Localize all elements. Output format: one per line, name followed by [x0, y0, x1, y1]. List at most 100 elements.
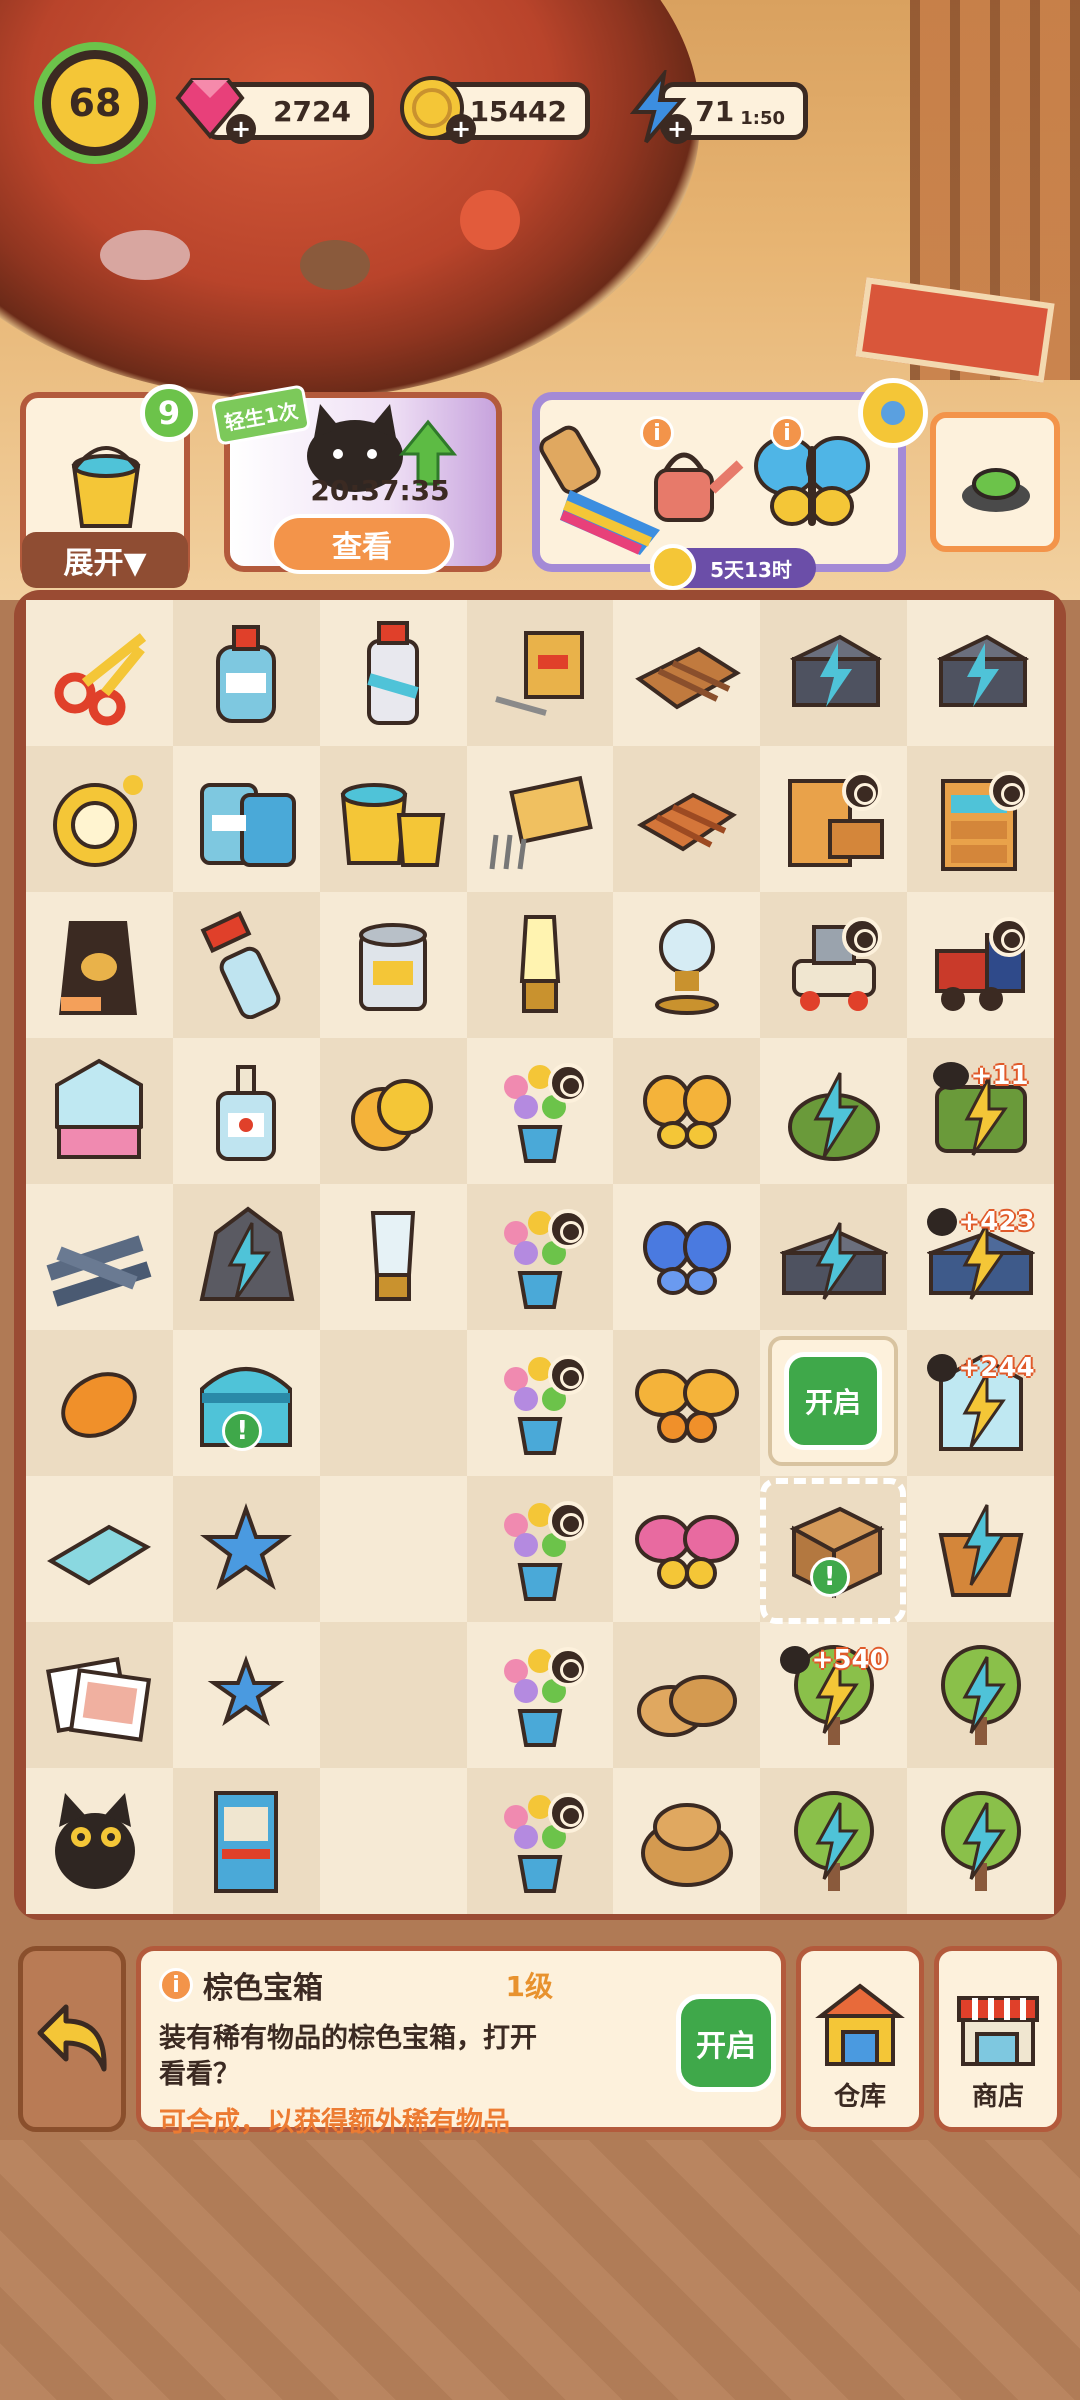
board-cell[interactable] [466, 600, 614, 746]
shop-button[interactable]: 商店 [934, 1946, 1062, 2132]
detergent-bag-icon[interactable] [192, 765, 300, 873]
board-cell[interactable] [466, 1476, 614, 1622]
butterfly-icon[interactable] [633, 1203, 741, 1311]
board-cell[interactable] [760, 1184, 908, 1330]
board-cell[interactable] [907, 1622, 1054, 1768]
butterfly-icon[interactable] [633, 1495, 741, 1603]
board-cell[interactable] [907, 600, 1054, 746]
board-cell[interactable] [26, 1622, 173, 1768]
board-cell[interactable] [26, 1038, 173, 1184]
paint-can-icon[interactable] [339, 911, 447, 1019]
nails-box-icon[interactable] [486, 765, 594, 873]
board-cell[interactable] [466, 1184, 614, 1330]
board-cell[interactable] [613, 1038, 761, 1184]
cabinet-icon[interactable] [780, 765, 888, 873]
info-icon[interactable]: i [770, 416, 804, 450]
arcade-machine-icon[interactable] [192, 1787, 300, 1895]
energy-tree-icon[interactable] [927, 1787, 1035, 1895]
energy-rock-icon[interactable] [192, 1203, 300, 1311]
player-level-badge[interactable]: 68 [34, 42, 156, 164]
board-cell[interactable] [613, 1476, 761, 1622]
energy-toolbox-icon[interactable]: +423 [926, 1203, 1035, 1311]
paint-buckets-icon[interactable] [339, 765, 447, 873]
open-button[interactable]: 开启 [676, 1994, 776, 2092]
toy-robot-cart-icon[interactable] [780, 911, 888, 1019]
board-cell[interactable] [26, 1330, 173, 1476]
toy-train-icon[interactable] [927, 911, 1035, 1019]
board-cell[interactable]: ! [172, 1330, 320, 1476]
board-cell[interactable] [466, 1622, 614, 1768]
board-cell[interactable] [319, 1768, 467, 1914]
board-cell[interactable] [760, 600, 908, 746]
board-cell[interactable] [26, 1184, 173, 1330]
flower-pot-icon[interactable] [486, 1057, 594, 1165]
gear-icon[interactable] [858, 378, 928, 448]
butterfly-icon[interactable] [633, 1349, 741, 1457]
coffee-bag-icon[interactable] [45, 911, 153, 1019]
expand-button[interactable]: 展开▼ [22, 532, 188, 588]
open-popup-button[interactable]: 开启 [784, 1352, 882, 1450]
add-energy-button[interactable]: + [662, 114, 692, 144]
board-cell[interactable] [466, 1038, 614, 1184]
board-cell[interactable] [760, 746, 908, 892]
board-cell[interactable] [319, 1038, 467, 1184]
board-cell[interactable] [907, 1476, 1054, 1622]
board-cell[interactable] [26, 746, 173, 892]
add-coins-button[interactable]: + [446, 114, 476, 144]
flower-pot-icon[interactable] [486, 1203, 594, 1311]
board-cell[interactable] [613, 746, 761, 892]
board-cell[interactable] [172, 892, 320, 1038]
glass-pane-icon[interactable] [45, 1495, 153, 1603]
flower-pot-icon[interactable] [486, 1787, 594, 1895]
tag-card[interactable] [930, 412, 1060, 552]
board-cell[interactable] [907, 746, 1054, 892]
light-bulb-icon[interactable] [486, 911, 594, 1019]
board-cell[interactable] [613, 1768, 761, 1914]
battery-cart-icon[interactable] [927, 619, 1035, 727]
board-cell[interactable]: +423 [907, 1184, 1054, 1330]
gold-medal-icon[interactable] [45, 765, 153, 873]
sack-pile-icon[interactable] [633, 1641, 741, 1749]
board-cell[interactable] [319, 1184, 467, 1330]
board-cell[interactable] [466, 892, 614, 1038]
board-cell[interactable]: +540 [760, 1622, 908, 1768]
board-cell[interactable] [613, 600, 761, 746]
toolbox-icon[interactable] [486, 619, 594, 727]
spray-can-icon[interactable] [339, 619, 447, 727]
flower-pot-icon[interactable] [486, 1495, 594, 1603]
amber-gem-icon[interactable] [45, 1349, 153, 1457]
lamp-bulb-icon[interactable] [633, 911, 741, 1019]
detergent-bottle-icon[interactable] [192, 619, 300, 727]
board-cell[interactable] [319, 746, 467, 892]
coins-icon[interactable] [339, 1057, 447, 1165]
scissors-icon[interactable] [45, 619, 153, 727]
board-cell[interactable] [760, 1768, 908, 1914]
board-cell[interactable] [319, 600, 467, 746]
board-cell[interactable] [760, 1038, 908, 1184]
soap-pump-icon[interactable] [192, 1057, 300, 1165]
board-cell[interactable] [907, 892, 1054, 1038]
gift-capsule-icon[interactable] [45, 1057, 153, 1165]
blue-chest-icon[interactable]: ! [192, 1349, 300, 1457]
board-cell[interactable] [319, 1330, 467, 1476]
energy-toolbox-icon[interactable] [779, 1203, 888, 1311]
board-cell[interactable] [613, 1330, 761, 1476]
pipes-icon[interactable] [45, 1203, 153, 1311]
board-cell[interactable] [26, 1476, 173, 1622]
board-cell[interactable] [613, 892, 761, 1038]
board-cell[interactable] [26, 892, 173, 1038]
lamp-bulb-icon[interactable] [339, 1203, 447, 1311]
view-button[interactable]: 查看 [270, 514, 454, 574]
board-cell[interactable] [172, 746, 320, 892]
board-cell[interactable] [613, 1184, 761, 1330]
board-cell[interactable]: +244 [907, 1330, 1054, 1476]
add-gems-button[interactable]: + [226, 114, 256, 144]
board-cell[interactable] [26, 1768, 173, 1914]
board-cell[interactable] [760, 892, 908, 1038]
energy-flowerpot-icon[interactable] [927, 1495, 1035, 1603]
board-cell[interactable] [466, 1768, 614, 1914]
board-cell[interactable] [172, 600, 320, 746]
board-cell[interactable] [172, 1184, 320, 1330]
photos-icon[interactable] [45, 1641, 153, 1749]
planks-icon[interactable] [633, 765, 741, 873]
